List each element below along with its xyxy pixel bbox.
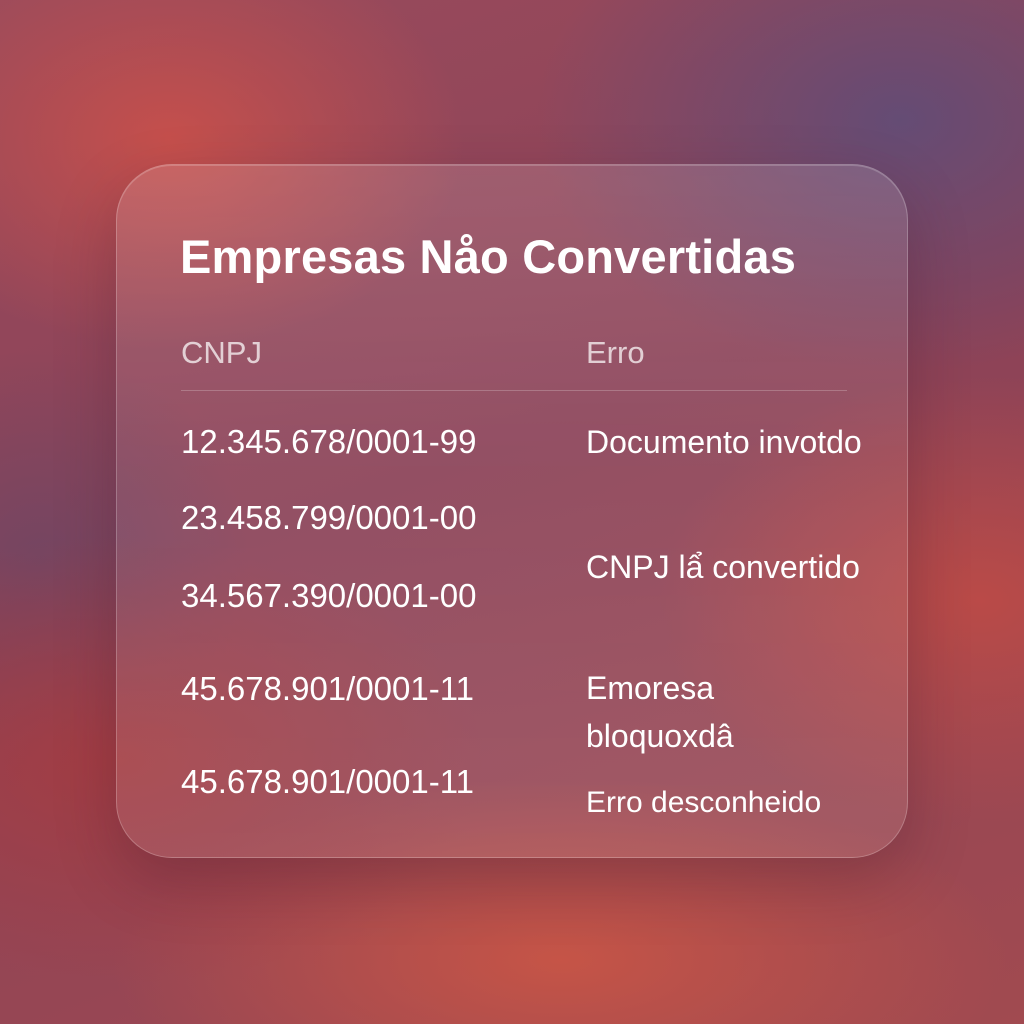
erro-cell: Documento invotdo (586, 424, 862, 460)
erro-cell: Erro desconheido (586, 786, 822, 819)
unconverted-companies-card: Empresas Nåo Convertidas CNPJ Erro 12.34… (116, 164, 908, 858)
cnpj-cell: 45.678.901/0001-11 (181, 763, 474, 800)
cnpj-cell: 45.678.901/0001-11 (181, 670, 474, 707)
card-title: Empresas Nåo Convertidas (180, 230, 797, 283)
header-divider (181, 390, 847, 391)
erro-cell: CNPJ lẩ convertido (586, 549, 860, 585)
cnpj-cell: 23.458.799/0001-00 (181, 499, 477, 536)
cnpj-cell: 34.567.390/0001-00 (181, 577, 477, 614)
column-header-erro: Erro (586, 335, 645, 370)
erro-cell: Emoresa bloquoxdâ (586, 670, 734, 754)
cnpj-cell: 12.345.678/0001-99 (181, 423, 477, 460)
column-header-cnpj: CNPJ (181, 335, 262, 370)
